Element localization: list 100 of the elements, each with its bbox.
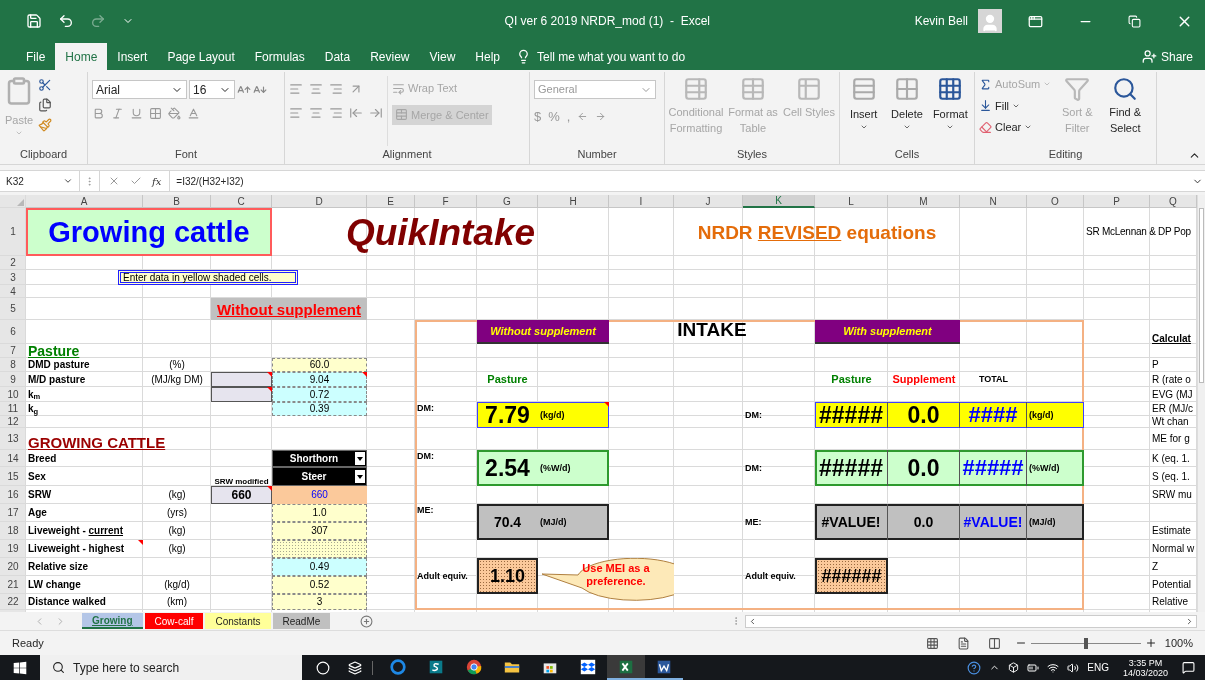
cut-icon[interactable] [38,78,52,92]
sheet-tab[interactable]: Cow-calf [144,613,204,629]
battery-icon[interactable] [1027,661,1040,674]
cells-button[interactable]: Delete [887,76,927,146]
column-header[interactable]: A [26,195,143,208]
name-box[interactable]: K32 [0,171,80,191]
borders-icon[interactable] [149,107,162,120]
column-header[interactable]: I [609,195,674,208]
column-header[interactable]: K [743,195,815,208]
browser-icon[interactable] [389,657,407,676]
row-number[interactable]: 19 [7,544,19,554]
cell-value[interactable]: 1.0 [272,504,367,522]
share-button[interactable]: Share [1141,43,1205,70]
input-cell[interactable] [211,372,272,387]
input-cell[interactable] [211,387,272,402]
start-icon[interactable] [13,660,27,675]
column-header[interactable]: B [143,195,211,208]
row-number[interactable]: 9 [10,374,16,385]
ribbon-tab[interactable]: Home [55,43,108,70]
font-size-field[interactable]: 16 [189,80,235,99]
cell-value[interactable]: 0.52 [272,576,367,594]
table-icon[interactable] [937,76,964,102]
caret-icon[interactable] [63,176,73,186]
clock[interactable]: 3:35 PM 14/03/2020 [1122,657,1168,678]
ribbon-display-icon[interactable] [1028,13,1043,29]
column-header[interactable]: P [1084,195,1150,208]
row-number[interactable]: 14 [7,453,19,464]
column-header[interactable]: F [415,195,477,208]
row-number[interactable]: 11 [7,404,19,414]
network-icon[interactable] [1047,661,1060,674]
column-header[interactable]: G [477,195,538,208]
row-number[interactable]: 4 [10,286,16,297]
cell-value[interactable]: 60.0 [272,358,367,372]
task-view-icon[interactable] [348,660,362,675]
lightbulb-icon[interactable] [516,49,531,64]
column-header[interactable]: E [367,195,415,208]
row-number[interactable]: 5 [10,304,16,314]
restore-icon[interactable] [1128,14,1141,28]
column-header[interactable]: H [538,195,609,208]
ribbon-tab[interactable]: Review [360,43,420,70]
zoom-slider[interactable] [1030,637,1141,649]
font-name-field[interactable]: Arial [92,80,187,99]
normal-view-icon[interactable] [925,636,939,650]
row-number[interactable]: 20 [7,562,19,572]
row-number[interactable]: 12 [7,417,19,427]
help-icon[interactable] [967,660,982,675]
row-number[interactable]: 10 [7,389,19,400]
search-icon[interactable] [52,661,65,674]
format-painter-icon[interactable] [38,118,52,132]
notifications-icon[interactable] [1182,661,1195,674]
sheet-tab[interactable]: Constants [205,613,271,629]
column-header[interactable]: L [815,195,888,208]
copy-icon[interactable] [38,98,52,112]
tell-me-field[interactable]: Tell me what you want to do [537,47,686,66]
tray-app-icon[interactable] [1008,662,1020,673]
row-number[interactable]: 22 [7,597,19,607]
bold-icon[interactable] [92,107,105,120]
row-number[interactable]: 6 [10,327,16,337]
ribbon-tab[interactable]: View [419,43,466,70]
cells-button[interactable]: Insert [844,76,884,146]
scroll-right-icon[interactable] [1185,616,1194,626]
formula-field[interactable]: =I32/(H32+I32) [170,173,1192,189]
volume-icon[interactable] [1067,661,1080,674]
sheet-tab[interactable]: Growing [82,613,143,629]
column-header[interactable]: N [960,195,1027,208]
search-field[interactable]: Type here to search [40,655,302,680]
row-number[interactable]: 16 [7,490,19,500]
row-number[interactable]: 8 [10,360,16,370]
cancel-icon[interactable] [108,175,120,187]
editing-button[interactable]: Clear [979,119,1052,136]
language-indicator[interactable]: ENG [1087,660,1109,675]
horizontal-scrollbar[interactable] [745,614,1197,628]
editing-button[interactable]: Fill [979,97,1052,114]
insert-function-button[interactable]: fx [152,173,162,189]
ribbon-tab[interactable]: Formulas [244,43,315,70]
page-break-icon[interactable] [987,636,1001,650]
row-number[interactable]: 21 [7,580,19,590]
row-number[interactable]: 7 [10,346,16,356]
column-header[interactable]: C [211,195,272,208]
ribbon-tab[interactable]: Help [465,43,510,70]
row-number[interactable]: 17 [7,508,19,518]
search-icon[interactable] [1112,76,1139,102]
row-number[interactable]: 13 [7,434,19,444]
cell-value[interactable]: 3 [272,594,367,610]
dropdown[interactable]: Shorthorn [272,450,367,467]
font-color-icon[interactable] [187,107,200,120]
scrollbar-thumb[interactable] [1199,208,1204,383]
save-icon[interactable] [26,13,42,29]
decrease-indent-icon[interactable] [349,106,363,120]
ribbon-tab[interactable]: Page Layout [157,43,245,70]
increase-indent-icon[interactable] [369,106,383,120]
sheet-tab[interactable]: ReadMe [272,613,331,629]
cell-value[interactable]: 307 [272,522,367,540]
zoom-thumb[interactable] [1083,637,1088,649]
new-sheet-icon[interactable] [360,614,374,628]
row-number[interactable]: 3 [10,272,16,283]
column-header[interactable]: M [888,195,960,208]
ribbon-tab[interactable]: File [16,43,56,70]
taskbar-button[interactable] [607,655,645,680]
input-cell[interactable] [272,540,367,558]
